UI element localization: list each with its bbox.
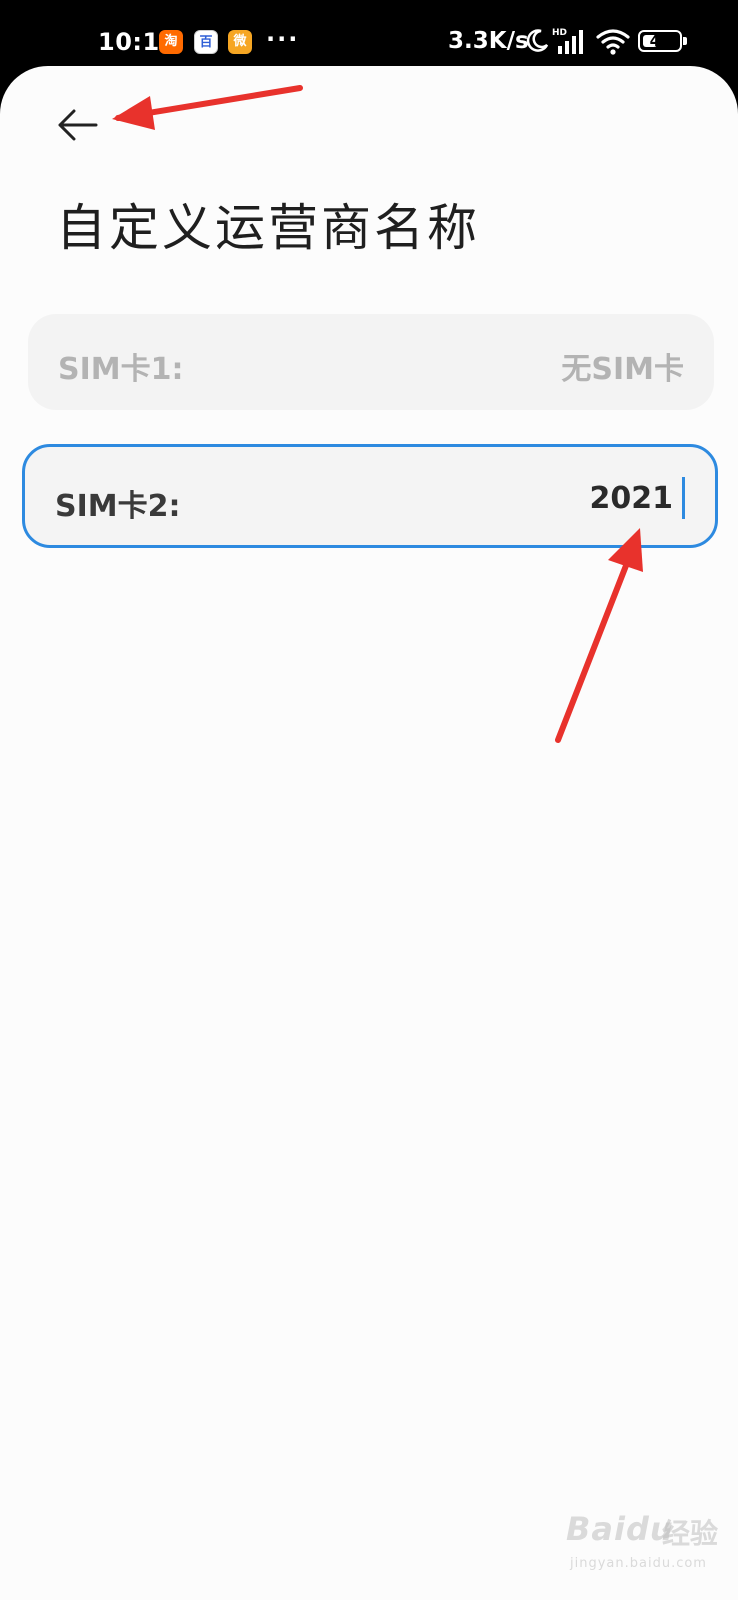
watermark-cn: 经验 (662, 1517, 719, 1550)
network-speed: 3.3K/s (448, 28, 529, 54)
sim2-name-input[interactable]: SIM卡2: 2021 (22, 444, 718, 548)
battery-cap (683, 37, 687, 45)
sim1-name-field: SIM卡1: 无SIM卡 (28, 314, 714, 410)
screen: 10:16 淘 百 微 ··· 3.3K/s HD 42 自定义运营商名称 SI… (0, 0, 738, 1600)
status-bar: 10:16 淘 百 微 ··· 3.3K/s HD 42 (0, 0, 738, 70)
battery-icon: 42 (638, 30, 688, 54)
moon-icon (526, 29, 549, 52)
baidu-jingyan-watermark: Baidu 经验 jingyan.baidu.com (566, 1502, 726, 1582)
sim2-label: SIM卡2: (55, 489, 181, 524)
watermark-url: jingyan.baidu.com (570, 1556, 707, 1571)
text-cursor (682, 477, 685, 519)
battery-level: 42 (649, 32, 671, 50)
sim2-value[interactable]: 2021 (590, 481, 674, 516)
back-arrow-icon[interactable] (52, 100, 102, 150)
more-notifications-icon: ··· (266, 25, 300, 53)
svg-text:HD: HD (552, 28, 567, 38)
signal-icon: HD (552, 28, 583, 54)
sim1-label: SIM卡1: (58, 352, 184, 387)
watermark-brand: Baidu (566, 1510, 674, 1548)
settings-page: 自定义运营商名称 SIM卡1: 无SIM卡 SIM卡2: 2021 (0, 66, 738, 1600)
taobao-icon: 淘 (159, 30, 183, 54)
weibo-icon: 微 (228, 30, 252, 54)
page-title: 自定义运营商名称 (56, 199, 480, 257)
baidu-icon: 百 (194, 30, 218, 54)
sim1-value: 无SIM卡 (561, 352, 684, 387)
wifi-icon (596, 29, 630, 55)
